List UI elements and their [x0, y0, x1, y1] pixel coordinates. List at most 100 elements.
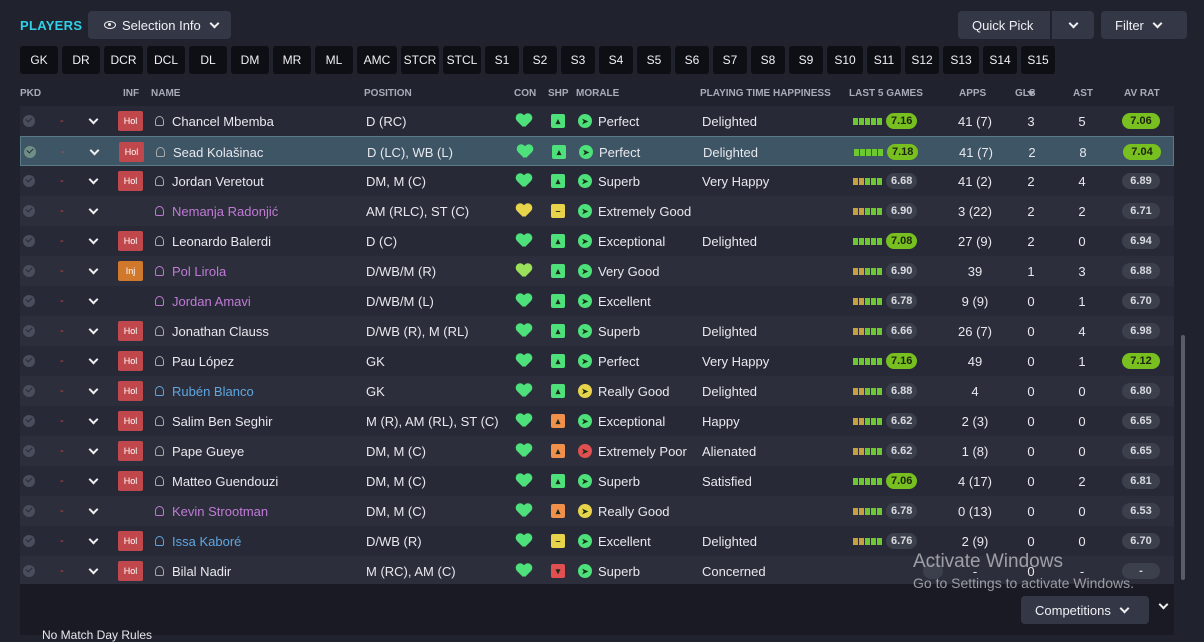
player-name[interactable]: Issa Kaboré [172, 534, 241, 549]
pkd-cell[interactable] [23, 526, 37, 556]
position-filter-s4[interactable]: S4 [599, 46, 633, 74]
pkd-cell[interactable] [23, 106, 37, 136]
status-badge[interactable]: Hol [118, 531, 143, 551]
col-last5[interactable]: LAST 5 GAMES [849, 88, 923, 99]
position-filter-stcl[interactable]: STCL [443, 46, 481, 74]
col-shp[interactable]: SHP [548, 88, 569, 99]
status-badge[interactable]: Hol [118, 351, 143, 371]
row-dropdown-button[interactable] [88, 166, 102, 196]
status-badge[interactable]: Hol [118, 171, 143, 191]
table-row[interactable]: - Inj Pol Lirola D/WB/M (R) ▴ ➤ Very Good 6.90 3… [20, 256, 1174, 286]
pkd-cell[interactable] [23, 166, 37, 196]
row-dropdown-button[interactable] [88, 286, 102, 316]
position-filter-s3[interactable]: S3 [561, 46, 595, 74]
position-filter-dr[interactable]: DR [62, 46, 100, 74]
player-name[interactable]: Nemanja Radonjić [172, 204, 278, 219]
check-icon[interactable] [23, 445, 35, 457]
status-badge[interactable]: Hol [118, 381, 143, 401]
player-name-cell[interactable]: Nemanja Radonjić [155, 196, 365, 226]
table-row[interactable]: - Hol Jordan Veretout DM, M (C) ▴ ➤ Superb Very… [20, 166, 1174, 196]
pkd-cell[interactable] [23, 436, 37, 466]
row-dropdown-button[interactable] [88, 196, 102, 226]
player-name-cell[interactable]: Issa Kaboré [155, 526, 365, 556]
check-icon[interactable] [23, 565, 35, 577]
player-name-cell[interactable]: Pape Gueye [155, 436, 365, 466]
table-row[interactable]: - Nemanja Radonjić AM (RLC), ST (C) – ➤ Extre… [20, 196, 1174, 226]
status-badge[interactable]: Hol [118, 561, 143, 581]
pkd-cell[interactable] [23, 376, 37, 406]
check-icon[interactable] [23, 235, 35, 247]
pkd-cell[interactable] [23, 556, 37, 584]
player-name[interactable]: Kevin Strootman [172, 504, 268, 519]
table-row[interactable]: - Hol Salim Ben Seghir M (R), AM (RL), ST (… [20, 406, 1174, 436]
table-row[interactable]: - Hol Leonardo Balerdi D (C) ▴ ➤ Exceptional De… [20, 226, 1174, 256]
player-name[interactable]: Sead Kolašinac [173, 145, 263, 160]
player-name[interactable]: Pau López [172, 354, 234, 369]
position-filter-dcl[interactable]: DCL [147, 46, 185, 74]
status-badge[interactable]: Inj [118, 261, 143, 281]
status-badge[interactable]: Hol [118, 231, 143, 251]
col-inf[interactable]: INF [123, 88, 139, 99]
position-filter-amc[interactable]: AMC [357, 46, 397, 74]
pkd-cell[interactable] [23, 226, 37, 256]
position-filter-s10[interactable]: S10 [827, 46, 863, 74]
player-name-cell[interactable]: Bilal Nadir [155, 556, 365, 584]
row-dropdown-button[interactable] [88, 376, 102, 406]
player-name-cell[interactable]: Jonathan Clauss [155, 316, 365, 346]
row-dropdown-button[interactable] [88, 406, 102, 436]
table-row[interactable]: - Hol Pau López GK ▴ ➤ Perfect Very Happy 7.16 49… [20, 346, 1174, 376]
player-name-cell[interactable]: Matteo Guendouzi [155, 466, 365, 496]
position-filter-gk[interactable]: GK [20, 46, 58, 74]
pkd-cell[interactable] [23, 496, 37, 526]
col-pkd[interactable]: PKD [20, 88, 41, 99]
row-dropdown-button[interactable] [88, 256, 102, 286]
col-playing-time[interactable]: PLAYING TIME HAPPINESS [700, 88, 831, 99]
player-name-cell[interactable]: Kevin Strootman [155, 496, 365, 526]
check-icon[interactable] [23, 295, 35, 307]
filter-button[interactable]: Filter [1101, 11, 1187, 39]
check-icon[interactable] [23, 325, 35, 337]
row-dropdown-button[interactable] [88, 496, 102, 526]
pkd-cell[interactable] [23, 316, 37, 346]
competitions-button[interactable]: Competitions [1021, 596, 1149, 624]
table-row[interactable]: - Hol Pape Gueye DM, M (C) ▴ ➤ Extremely Poor A… [20, 436, 1174, 466]
position-filter-s8[interactable]: S8 [751, 46, 785, 74]
position-filter-s14[interactable]: S14 [983, 46, 1017, 74]
col-position[interactable]: POSITION [364, 88, 412, 99]
col-name[interactable]: NAME [151, 88, 180, 99]
status-badge[interactable]: Hol [118, 111, 143, 131]
player-name[interactable]: Pape Gueye [172, 444, 244, 459]
position-filter-stcr[interactable]: STCR [401, 46, 439, 74]
selection-info-button[interactable]: Selection Info [88, 11, 231, 39]
row-dropdown-button[interactable] [88, 346, 102, 376]
player-name[interactable]: Jordan Veretout [172, 174, 264, 189]
col-morale[interactable]: MORALE [576, 88, 619, 99]
table-row[interactable]: - Jordan Amavi D/WB/M (L) ▴ ➤ Excellent 6.78 9 … [20, 286, 1174, 316]
status-badge[interactable]: Hol [119, 142, 144, 162]
row-dropdown-button[interactable] [89, 137, 103, 167]
player-name[interactable]: Rubén Blanco [172, 384, 254, 399]
player-name[interactable]: Chancel Mbemba [172, 114, 274, 129]
status-badge[interactable]: Hol [118, 441, 143, 461]
pkd-cell[interactable] [23, 406, 37, 436]
pkd-cell[interactable] [23, 196, 37, 226]
check-icon[interactable] [24, 146, 36, 158]
player-name-cell[interactable]: Salim Ben Seghir [155, 406, 365, 436]
col-gls[interactable]: GLS [1015, 88, 1036, 99]
position-filter-s2[interactable]: S2 [523, 46, 557, 74]
table-row[interactable]: - Hol Jonathan Clauss D/WB (R), M (RL) ▴ ➤ Sup… [20, 316, 1174, 346]
position-filter-s5[interactable]: S5 [637, 46, 671, 74]
col-ast[interactable]: AST [1073, 88, 1093, 99]
player-name-cell[interactable]: Chancel Mbemba [155, 106, 365, 136]
col-con[interactable]: CON [514, 88, 536, 99]
quick-pick-dropdown[interactable] [1052, 11, 1094, 39]
row-dropdown-button[interactable] [88, 436, 102, 466]
player-name[interactable]: Salim Ben Seghir [172, 414, 272, 429]
check-icon[interactable] [23, 385, 35, 397]
position-filter-dl[interactable]: DL [189, 46, 227, 74]
check-icon[interactable] [23, 475, 35, 487]
check-icon[interactable] [23, 175, 35, 187]
table-row[interactable]: - Hol Rubén Blanco GK ▴ ➤ Really Good Delighted… [20, 376, 1174, 406]
col-apps[interactable]: APPS [959, 88, 986, 99]
position-filter-s11[interactable]: S11 [867, 46, 901, 74]
